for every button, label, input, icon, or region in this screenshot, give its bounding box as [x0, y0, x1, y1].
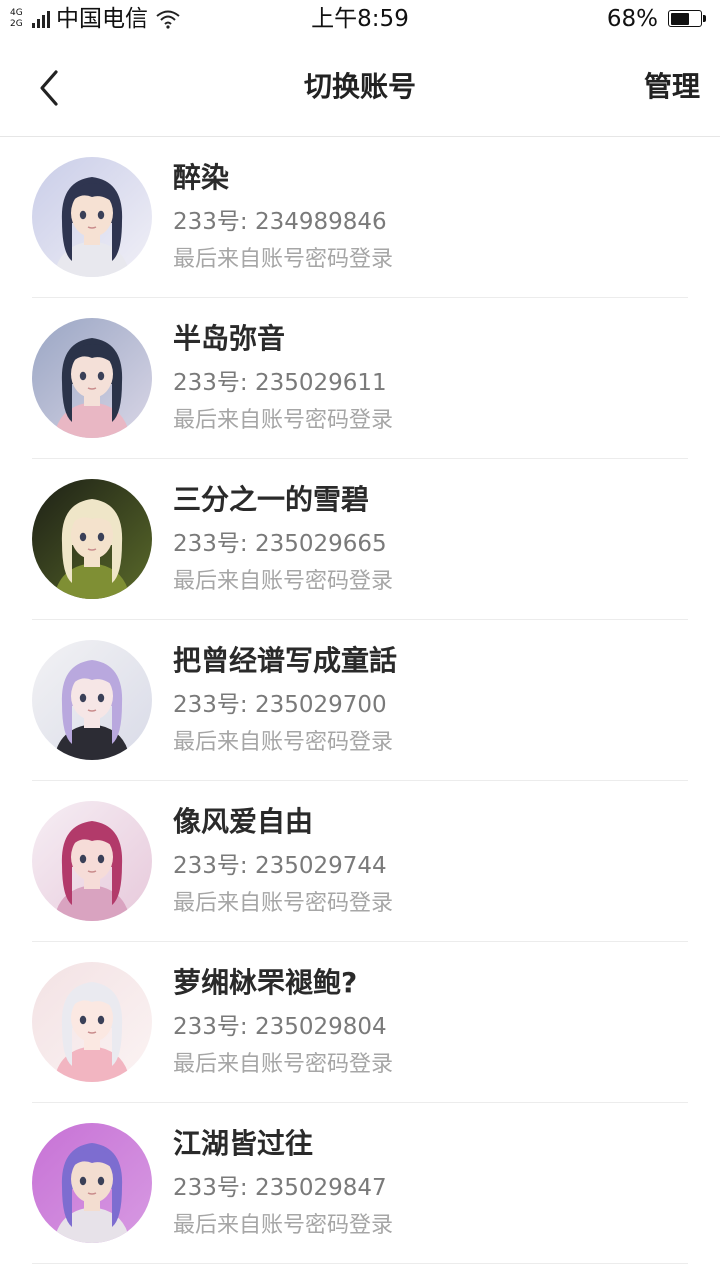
avatar — [32, 801, 152, 921]
account-id: 233号: 235029700 — [173, 692, 387, 718]
last-login-method: 最后来自账号密码登录 — [173, 247, 394, 272]
account-name: 半岛弥音 — [173, 322, 286, 355]
last-login-method: 最后来自账号密码登录 — [173, 1052, 394, 1077]
avatar — [32, 318, 152, 438]
account-name: 醉染 — [173, 161, 230, 194]
account-name: 三分之一的雪碧 — [173, 483, 370, 516]
avatar — [32, 1123, 152, 1243]
account-row[interactable]: 醉染 233号: 234989846 最后来自账号密码登录 — [0, 137, 720, 298]
account-id: 233号: 235029611 — [173, 370, 387, 396]
account-id: 233号: 235029804 — [173, 1014, 387, 1040]
last-login-method: 最后来自账号密码登录 — [173, 730, 394, 755]
account-name: 江湖皆过往 — [173, 1127, 314, 1160]
navigation-bar: 切换账号 管理 — [0, 40, 720, 137]
status-bar: 4G 2G 中国电信 上午8:59 68% — [0, 0, 720, 40]
last-login-method: 最后来自账号密码登录 — [173, 1213, 394, 1238]
page-title: 切换账号 — [303, 70, 416, 103]
avatar — [32, 962, 152, 1082]
account-row[interactable]: 像风爱自由 233号: 235029744 最后来自账号密码登录 — [0, 781, 720, 942]
last-login-method: 最后来自账号密码登录 — [173, 891, 394, 916]
account-name: 把曾经谱写成童話 — [173, 644, 398, 677]
account-name: 萝缃栤罘褪鲍? — [173, 966, 358, 999]
last-login-method: 最后来自账号密码登录 — [173, 408, 394, 433]
battery-percent: 68% — [606, 6, 658, 32]
account-row[interactable]: 江湖皆过往 233号: 235029847 最后来自账号密码登录 — [0, 1103, 720, 1264]
avatar — [32, 640, 152, 760]
avatar — [32, 479, 152, 599]
account-row[interactable]: 半岛弥音 233号: 235029611 最后来自账号密码登录 — [0, 298, 720, 459]
last-login-method: 最后来自账号密码登录 — [173, 569, 394, 594]
account-id: 233号: 234989846 — [173, 209, 387, 235]
account-row[interactable]: 把曾经谱写成童話 233号: 235029700 最后来自账号密码登录 — [0, 620, 720, 781]
account-row[interactable]: 三分之一的雪碧 233号: 235029665 最后来自账号密码登录 — [0, 459, 720, 620]
manage-button[interactable]: 管理 — [644, 68, 700, 106]
account-id: 233号: 235029744 — [173, 853, 387, 879]
avatar — [32, 157, 152, 277]
account-id: 233号: 235029847 — [173, 1175, 387, 1201]
account-row[interactable]: 萝缃栤罘褪鲍? 233号: 235029804 最后来自账号密码登录 — [0, 942, 720, 1103]
divider — [32, 1263, 688, 1264]
battery-icon — [668, 10, 706, 27]
account-id: 233号: 235029665 — [173, 531, 387, 557]
account-name: 像风爱自由 — [173, 805, 314, 838]
account-list: 醉染 233号: 234989846 最后来自账号密码登录 半岛弥音 233号: 235… — [0, 137, 720, 1264]
